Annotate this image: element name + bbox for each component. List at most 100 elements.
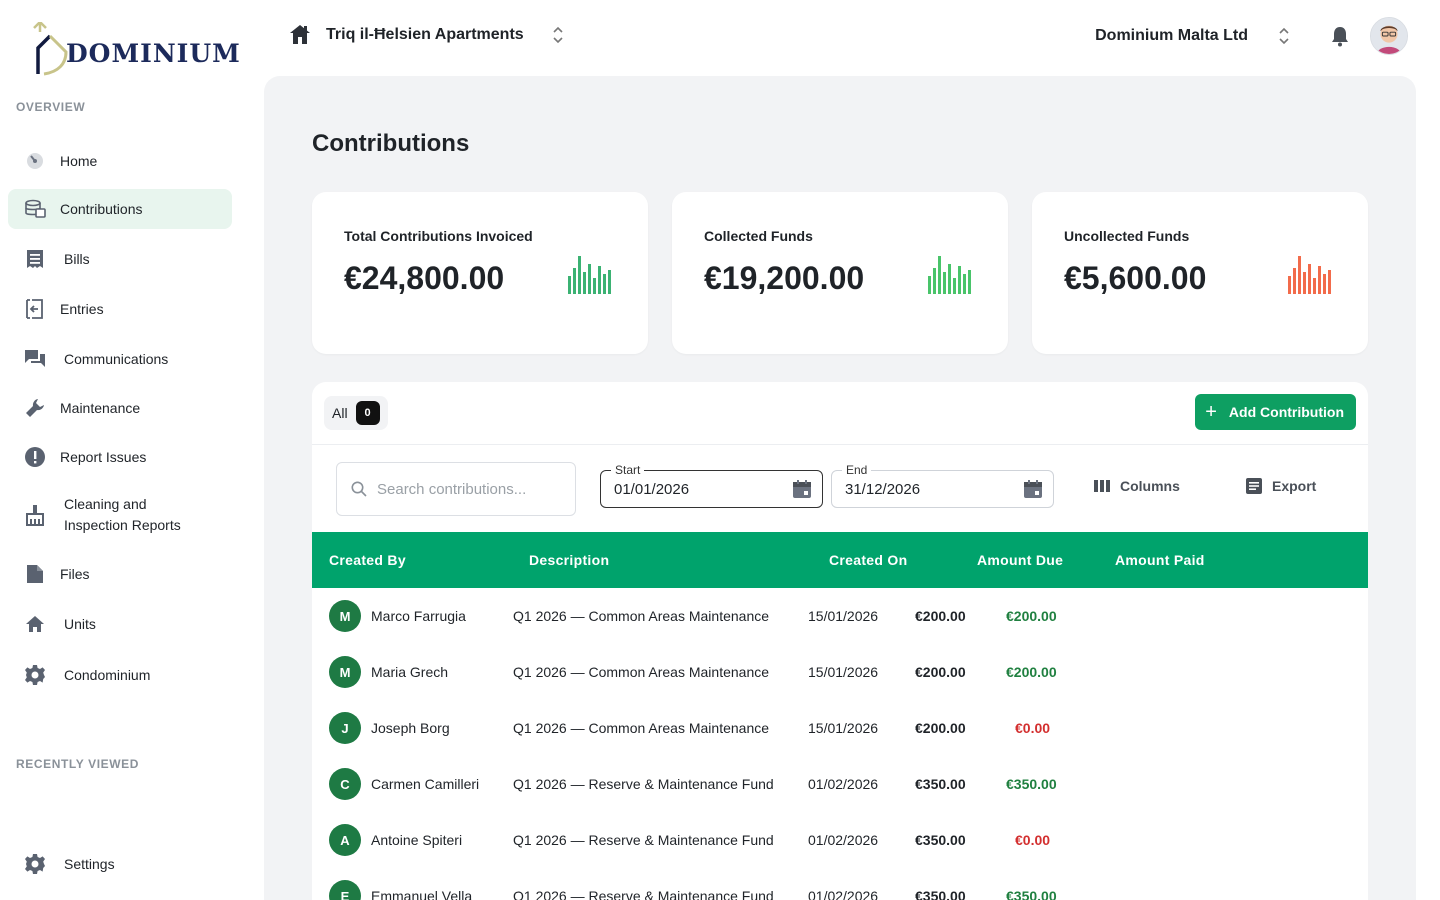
calendar-icon[interactable] (1023, 479, 1043, 499)
amount-due-cell: €350.00 (915, 888, 966, 900)
sidebar-item-label: Report Issues (60, 449, 147, 465)
stat-card-value: €19,200.00 (704, 260, 865, 296)
table-row[interactable]: M Marco Farrugia Q1 2026 — Common Areas Ma… (312, 588, 1368, 644)
sidebar-item-label: Condominium (64, 667, 151, 683)
created-by-cell: Antoine Spiteri (371, 832, 463, 848)
brand-logo[interactable]: DOMINIUM (30, 22, 241, 78)
columns-button[interactable]: Columns (1094, 478, 1180, 494)
sidebar-item-files[interactable]: Files (8, 554, 232, 594)
search-input[interactable] (377, 480, 557, 498)
description-cell: Q1 2026 — Reserve & Maintenance Fund (513, 776, 774, 792)
property-name: Triq il-Ħelsien Apartments (326, 26, 524, 43)
created-by-cell: Joseph Borg (371, 720, 450, 736)
stat-card-uncollected: Uncollected Funds €5,600.00 (1032, 192, 1368, 354)
export-label: Export (1272, 478, 1317, 494)
building-icon (288, 23, 312, 47)
export-button[interactable]: Export (1246, 478, 1316, 494)
description-cell: Q1 2026 — Common Areas Maintenance (513, 608, 770, 624)
sidebar-item-label: Cleaning and Inspection Reports (64, 496, 181, 533)
description-cell: Q1 2026 — Reserve & Maintenance Fund (513, 832, 774, 848)
organization-name[interactable]: Dominium Malta Ltd (1095, 27, 1248, 45)
tab-all[interactable]: All 0 (324, 396, 388, 430)
receipt-icon (24, 248, 46, 270)
table-row[interactable]: E Emmanuel Vella Q1 2026 — Reserve & Maint… (312, 868, 1368, 900)
chevron-up-down-icon[interactable] (552, 26, 564, 44)
sidebar-item-home[interactable]: Home (8, 141, 232, 181)
amount-paid-cell: €0.00 (1015, 832, 1051, 848)
sidebar-item-units[interactable]: Units (8, 604, 232, 644)
amount-due-cell: €200.00 (915, 664, 966, 680)
amount-due-cell: €200.00 (915, 608, 966, 624)
sidebar-item-condominium[interactable]: Condominium (8, 655, 232, 695)
sidebar-item-label: Settings (64, 856, 115, 872)
sidebar-item-communications[interactable]: Communications (8, 339, 232, 379)
property-switcher[interactable]: Triq il-Ħelsien Apartments (288, 18, 564, 52)
add-contribution-button[interactable]: + Add Contribution (1195, 394, 1356, 430)
sidebar-item-entries[interactable]: Entries (8, 289, 232, 329)
gauge-icon (24, 150, 46, 172)
end-date-value: 31/12/2026 (845, 480, 921, 498)
created-on-cell: 01/02/2026 (808, 832, 879, 848)
created-on-cell: 15/01/2026 (808, 608, 879, 624)
avatar: M (329, 600, 361, 632)
sidebar-item-label: Entries (60, 301, 104, 317)
columns-label: Columns (1120, 478, 1180, 494)
stat-card-label: Uncollected Funds (1064, 228, 1190, 244)
sidebar-item-maintenance[interactable]: Maintenance (8, 388, 232, 428)
bell-icon[interactable] (1330, 25, 1350, 47)
amount-paid-cell: €350.00 (1006, 888, 1057, 900)
logo-house-icon (33, 22, 68, 76)
sidebar-item-bills[interactable]: Bills (8, 239, 232, 279)
sidebar-item-settings[interactable]: Settings (8, 844, 232, 884)
description-cell: Q1 2026 — Common Areas Maintenance (513, 664, 770, 680)
search-icon (351, 481, 367, 497)
start-date-label: Start (611, 463, 645, 477)
count-badge: 0 (355, 401, 380, 425)
entry-icon (24, 298, 46, 320)
divider (312, 444, 1368, 445)
end-date-field[interactable]: End 31/12/2026 (831, 463, 1054, 508)
amount-due-cell: €350.00 (915, 776, 966, 792)
column-header-amount-due[interactable]: Amount Due (977, 552, 1063, 568)
amount-paid-cell: €200.00 (1006, 664, 1057, 680)
table-row[interactable]: M Maria Grech Q1 2026 — Common Areas Maint… (312, 644, 1368, 700)
sidebar-item-label: Bills (64, 251, 90, 267)
table-row[interactable]: J Joseph Borg Q1 2026 — Common Areas Maint… (312, 700, 1368, 756)
sidebar-item-cleaning-inspection[interactable]: Cleaning and Inspection Reports (8, 487, 232, 543)
search-box (336, 462, 576, 516)
file-icon (24, 563, 46, 585)
created-by-cell: Maria Grech (371, 664, 449, 680)
amount-paid-cell: €0.00 (1015, 720, 1051, 736)
page-title: Contributions (312, 130, 470, 157)
column-header-created-by[interactable]: Created By (329, 552, 406, 568)
bar-chart-icon (928, 256, 971, 294)
chevron-up-down-icon[interactable] (1278, 27, 1290, 45)
table-row[interactable]: A Antoine Spiteri Q1 2026 — Reserve & Main… (312, 812, 1368, 868)
start-date-field[interactable]: Start 01/01/2026 (600, 463, 823, 508)
description-cell: Q1 2026 — Reserve & Maintenance Fund (513, 888, 774, 900)
table-row[interactable]: C Carmen Camilleri Q1 2026 — Reserve & Mai… (312, 756, 1368, 812)
stat-card-value: €5,600.00 (1064, 260, 1207, 296)
sidebar-item-label: Units (64, 616, 96, 632)
stat-card-value: €24,800.00 (344, 260, 505, 296)
add-contribution-label: Add Contribution (1228, 404, 1344, 420)
stat-card-label: Collected Funds (704, 228, 813, 244)
stat-card-collected: Collected Funds €19,200.00 (672, 192, 1008, 354)
created-on-cell: 01/02/2026 (808, 776, 879, 792)
sidebar-item-contributions[interactable]: Contributions (8, 189, 232, 229)
bar-chart-icon (1288, 256, 1331, 294)
stat-card-label: Total Contributions Invoiced (344, 228, 533, 244)
sidebar-item-label: Maintenance (60, 400, 141, 416)
avatar[interactable] (1370, 17, 1408, 55)
avatar: E (329, 880, 361, 900)
sidebar-item-report-issues[interactable]: Report Issues (8, 437, 232, 477)
chat-icon (24, 348, 46, 370)
column-header-amount-paid[interactable]: Amount Paid (1115, 552, 1205, 568)
created-by-cell: Emmanuel Vella (371, 888, 473, 900)
column-header-created-on[interactable]: Created On (829, 552, 907, 568)
column-header-description[interactable]: Description (529, 552, 609, 568)
avatar: C (329, 768, 361, 800)
plus-icon: + (1205, 401, 1217, 423)
calendar-icon[interactable] (792, 479, 812, 499)
export-icon (1246, 478, 1262, 494)
